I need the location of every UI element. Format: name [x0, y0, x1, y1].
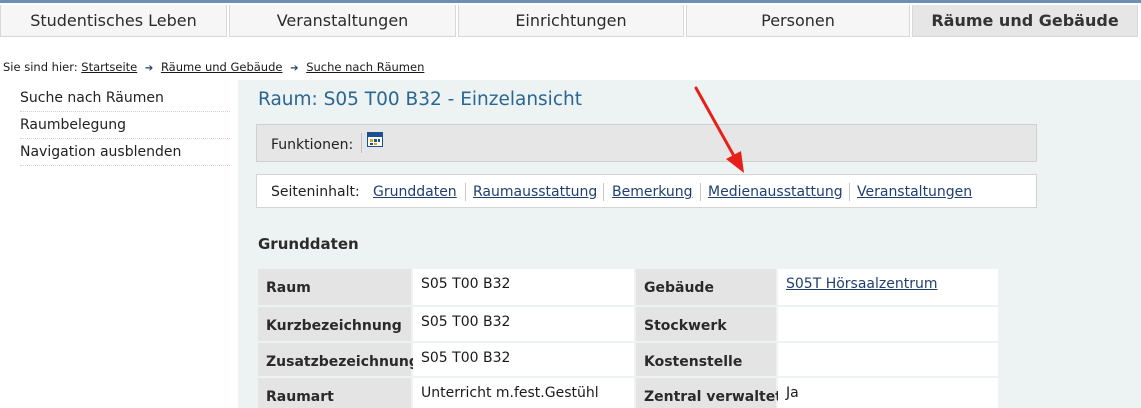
table-label-stockwerk: Stockwerk — [636, 307, 776, 341]
arrow-right-icon: ➔ — [290, 63, 299, 74]
page-link-veranstaltungen[interactable]: Veranstaltungen — [857, 184, 972, 200]
page-link-medienausstattung[interactable]: Medienausstattung — [708, 184, 843, 200]
section-title-grunddaten: Grunddaten — [258, 235, 359, 253]
divider — [849, 183, 850, 201]
breadcrumb-link-startseite[interactable]: Startseite — [81, 60, 137, 74]
table-value-zentral-verwaltet: Ja — [778, 378, 998, 408]
nav-tab-raeume-und-gebaeude[interactable]: Räume und Gebäude — [912, 5, 1138, 37]
table-value-gebaeude: S05T Hörsaalzentrum — [778, 269, 998, 305]
table-value-stockwerk — [778, 307, 998, 341]
sidebar-item-raumbelegung[interactable]: Raumbelegung — [20, 112, 230, 139]
nav-tab-studentisches-leben[interactable]: Studentisches Leben — [0, 5, 227, 37]
breadcrumb-link-suche-nach-raeumen[interactable]: Suche nach Räumen — [306, 60, 424, 74]
sidebar-item-suche-nach-raeumen[interactable]: Suche nach Räumen — [20, 85, 230, 112]
table-label-raumart: Raumart — [258, 378, 411, 408]
breadcrumb-link-raeume-und-gebaeude[interactable]: Räume und Gebäude — [161, 60, 283, 74]
table-label-kostenstelle: Kostenstelle — [636, 343, 776, 376]
divider — [700, 183, 701, 201]
divider — [603, 183, 604, 201]
page-link-grunddaten[interactable]: Grunddaten — [373, 184, 457, 200]
table-value-raumart: Unterricht m.fest.Gestühl — [413, 378, 634, 408]
table-label-zentral-verwaltet: Zentral verwaltet — [636, 378, 782, 408]
functions-bar: Funktionen: — [256, 124, 1037, 162]
breadcrumb: Sie sind hier: Startseite ➔ Räume und Ge… — [3, 60, 424, 74]
page-title: Raum: S05 T00 B32 - Einzelansicht — [258, 89, 582, 110]
arrow-right-icon: ➔ — [144, 63, 154, 74]
sidebar-item-navigation-ausblenden[interactable]: Navigation ausblenden — [20, 139, 230, 166]
table-value-zusatzbezeichnung: S05 T00 B32 — [413, 343, 634, 376]
table-value-kostenstelle — [778, 343, 998, 376]
table-value-kurzbezeichnung: S05 T00 B32 — [413, 307, 634, 341]
main-navigation: Studentisches Leben Veranstaltungen Einr… — [0, 3, 1141, 37]
divider — [361, 133, 362, 153]
nav-tab-veranstaltungen[interactable]: Veranstaltungen — [229, 5, 456, 37]
breadcrumb-prefix: Sie sind hier: — [3, 60, 78, 74]
sidebar: Suche nach Räumen Raumbelegung Navigatio… — [0, 80, 238, 408]
table-value-raum: S05 T00 B32 — [413, 269, 634, 305]
table-label-gebaeude: Gebäude — [636, 269, 776, 305]
nav-tab-einrichtungen[interactable]: Einrichtungen — [458, 5, 684, 37]
nav-tab-personen[interactable]: Personen — [686, 5, 910, 37]
table-label-kurzbezeichnung: Kurzbezeichnung — [258, 307, 411, 341]
calendar-icon[interactable] — [367, 132, 383, 147]
functions-label: Funktionen: — [271, 137, 354, 153]
table-label-raum: Raum — [258, 269, 411, 305]
divider — [465, 183, 466, 201]
table-label-zusatzbezeichnung: Zusatzbezeichnung — [258, 343, 419, 376]
page-link-bemerkung[interactable]: Bemerkung — [612, 184, 693, 200]
page-link-raumausstattung[interactable]: Raumausstattung — [473, 184, 597, 200]
page-content-bar: Seiteninhalt: Grunddaten Raumausstattung… — [256, 174, 1037, 208]
page-content-label: Seiteninhalt: — [271, 184, 360, 200]
gebaeude-link[interactable]: S05T Hörsaalzentrum — [786, 276, 937, 292]
